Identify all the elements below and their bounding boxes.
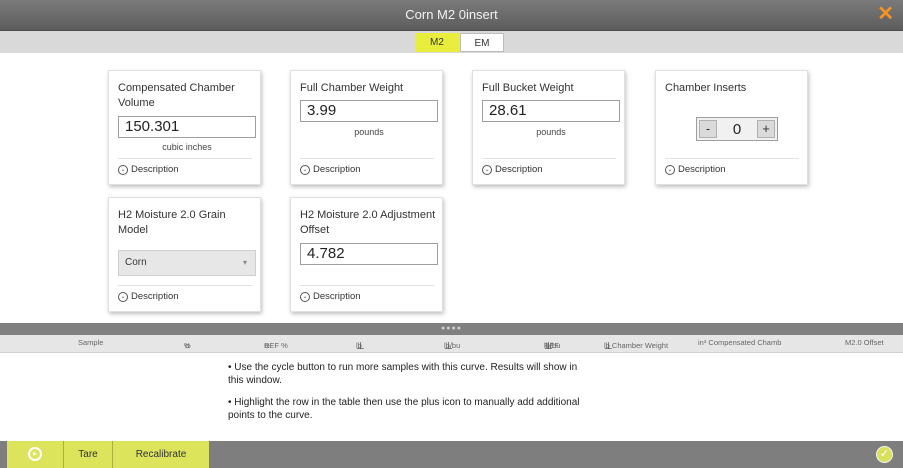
- decrement-button[interactable]: -: [699, 120, 717, 138]
- unit-label: pounds: [536, 127, 566, 137]
- drop-icon: ○: [184, 341, 191, 352]
- chevron-circle-icon: ⌄: [118, 164, 128, 175]
- chamber-inserts-card: Chamber Inserts - 0 + ⌄ Description: [655, 70, 808, 185]
- full-chamber-weight-input[interactable]: 3.99: [300, 100, 438, 122]
- card-title: Compensated Chamber Volume: [118, 82, 235, 109]
- chevron-down-icon: ▾: [242, 258, 247, 267]
- note-highlight: Highlight the row in the table then use …: [228, 397, 580, 421]
- column-ref-lbbu-unit: lb/bu: [544, 341, 561, 350]
- increment-button[interactable]: +: [757, 120, 775, 138]
- chevron-circle-icon: ⌄: [118, 291, 128, 302]
- description-label: Description: [495, 164, 543, 175]
- recalibrate-button[interactable]: Recalibrate: [113, 441, 209, 468]
- chamber-inserts-stepper: - 0 +: [696, 117, 778, 141]
- description-label: Description: [313, 291, 361, 302]
- drag-handle-icon[interactable]: ●●●●: [0, 323, 903, 335]
- tab-em[interactable]: EM: [460, 33, 504, 52]
- tab-bar: M2 EM: [0, 31, 903, 53]
- inserts-value: 0: [732, 120, 742, 138]
- full-chamber-weight-card: Full Chamber Weight 3.99 pounds ⌄ Descri…: [290, 70, 443, 185]
- description-toggle[interactable]: ⌄ Description: [665, 164, 726, 175]
- grain-model-select[interactable]: Corn ▾: [118, 250, 256, 276]
- full-bucket-weight-card: Full Bucket Weight 28.61 pounds ⌄ Descri…: [472, 70, 625, 185]
- description-toggle[interactable]: ⌄ Description: [118, 291, 179, 302]
- description-label: Description: [131, 291, 179, 302]
- adjustment-offset-card: H2 Moisture 2.0 Adjustment Offset 4.782 …: [290, 197, 443, 312]
- card-title: H2 Moisture 2.0 Grain Model: [118, 209, 226, 236]
- column-chamber-weight-label: lb Chamber Weight: [604, 341, 669, 350]
- description-toggle[interactable]: ⌄ Description: [300, 291, 361, 302]
- divider: [300, 285, 434, 286]
- unit-label: cubic inches: [162, 142, 212, 152]
- description-label: Description: [678, 164, 726, 175]
- column-lbbu-label: lb/bu: [444, 341, 461, 350]
- divider: [118, 158, 252, 159]
- tare-button[interactable]: Tare: [64, 441, 113, 468]
- table-header: Sample % ○ REF % ○ ⊥ lb ⊥ lb/bu REF ⊥ lb…: [0, 335, 903, 353]
- chevron-circle-icon: ⌄: [300, 164, 310, 175]
- cycle-icon: ▸: [28, 447, 42, 462]
- description-label: Description: [313, 164, 361, 175]
- divider: [482, 158, 616, 159]
- card-title: H2 Moisture 2.0 Adjustment Offset: [300, 209, 436, 236]
- unit-label: pounds: [354, 127, 384, 137]
- compensated-chamber-volume-card: Compensated Chamber Volume 150.301 cubic…: [108, 70, 261, 185]
- grain-model-card: H2 Moisture 2.0 Grain Model Corn ▾ ⌄ Des…: [108, 197, 261, 312]
- instructions: • Use the cycle button to run more sampl…: [228, 361, 588, 431]
- column-offset: M2.0 Offset: [845, 338, 884, 347]
- title-bar: Corn M2 0insert ✕: [0, 0, 903, 31]
- divider: [300, 158, 434, 159]
- drop-icon: ○: [264, 341, 271, 352]
- description-label: Description: [131, 164, 179, 175]
- card-title: Full Chamber Weight: [300, 82, 404, 94]
- divider: [665, 158, 799, 159]
- check-circle-icon[interactable]: ✓: [876, 446, 893, 463]
- description-toggle[interactable]: ⌄ Description: [118, 164, 179, 175]
- card-title: Full Bucket Weight: [482, 82, 574, 94]
- cycle-button[interactable]: ▸: [7, 441, 64, 468]
- settings-panel: Compensated Chamber Volume 150.301 cubic…: [0, 53, 903, 323]
- selected-value: Corn: [125, 257, 147, 268]
- close-icon[interactable]: ✕: [877, 3, 894, 25]
- list-item: • Use the cycle button to run more sampl…: [228, 362, 578, 386]
- description-toggle[interactable]: ⌄ Description: [482, 164, 543, 175]
- full-bucket-weight-input[interactable]: 28.61: [482, 100, 620, 122]
- window-title: Corn M2 0insert: [405, 7, 498, 22]
- adjustment-offset-input[interactable]: 4.782: [300, 243, 438, 265]
- column-lb-label: lb: [356, 341, 362, 350]
- chevron-circle-icon: ⌄: [665, 164, 675, 175]
- footer-toolbar: ▸ Tare Recalibrate ✓: [0, 441, 903, 468]
- compensated-volume-input[interactable]: 150.301: [118, 116, 256, 138]
- description-toggle[interactable]: ⌄ Description: [300, 164, 361, 175]
- note-cycle: Use the cycle button to run more samples…: [228, 362, 578, 386]
- chevron-circle-icon: ⌄: [300, 291, 310, 302]
- list-item: • Highlight the row in the table then us…: [228, 397, 580, 421]
- chevron-circle-icon: ⌄: [482, 164, 492, 175]
- column-compensated: in³ Compensated Chamb: [698, 338, 782, 347]
- tab-m2[interactable]: M2: [415, 33, 459, 52]
- column-sample: Sample: [78, 338, 104, 347]
- card-title: Chamber Inserts: [665, 82, 747, 94]
- divider: [118, 285, 252, 286]
- panel-splitter[interactable]: ●●●●: [0, 323, 903, 335]
